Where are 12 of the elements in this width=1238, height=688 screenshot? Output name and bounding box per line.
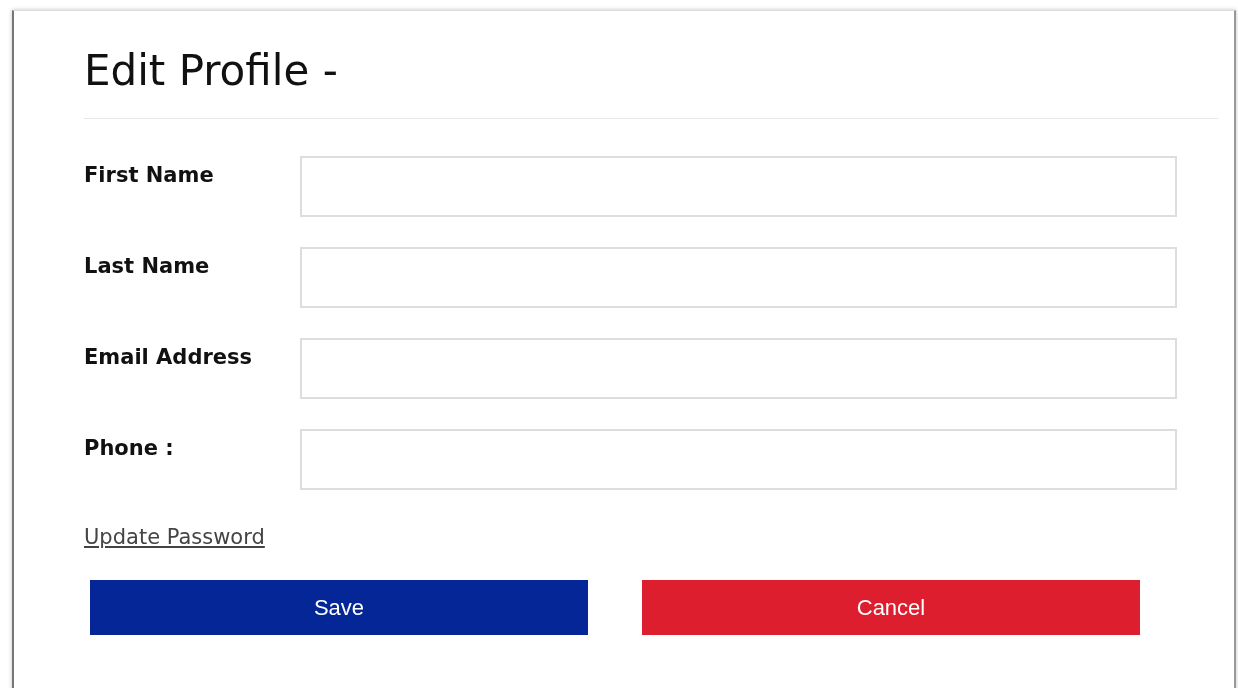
field-label: First Name xyxy=(84,162,214,187)
input-field[interactable] xyxy=(300,429,1177,490)
input-field[interactable] xyxy=(300,338,1177,399)
input-field[interactable] xyxy=(300,156,1177,217)
input-field[interactable] xyxy=(300,247,1177,308)
field-label: Email Address xyxy=(84,344,253,369)
field-label: Last Name xyxy=(84,253,210,278)
save-button[interactable]: Save xyxy=(90,580,588,635)
field-label: Phone : xyxy=(84,435,174,460)
page-title: Edit Profile - xyxy=(84,45,338,97)
cancel-button[interactable]: Cancel xyxy=(642,580,1140,635)
update-password-link[interactable]: Update Password xyxy=(84,525,265,549)
